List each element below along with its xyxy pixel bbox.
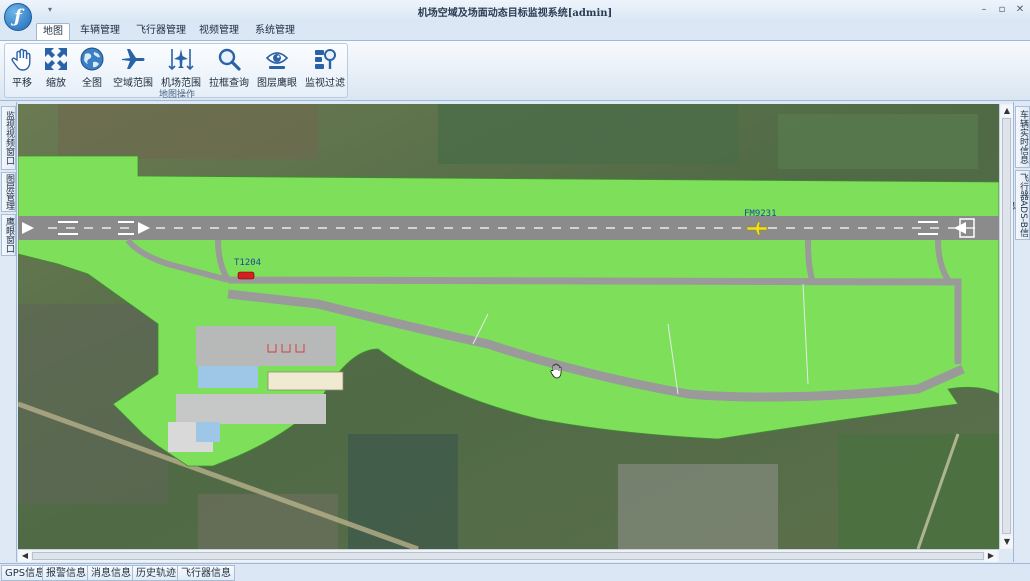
horizontal-scroll-thumb[interactable]	[32, 552, 984, 560]
tab-system-management[interactable]: 系统管理	[249, 23, 301, 40]
title-bar: ƒ ▾ 机场空域及场面动态目标监视系统[admin] – ▫ ✕	[0, 0, 1030, 31]
airspace-range-button[interactable]: 空域范围	[111, 46, 155, 89]
vehicle-id-label: T1204	[234, 258, 261, 268]
airplane-icon	[122, 49, 145, 69]
map-canvas[interactable]: FM9231 T1204	[18, 104, 999, 549]
scroll-up-arrow-icon[interactable]: ▲	[1001, 105, 1013, 117]
zoom-button[interactable]: 缩放	[41, 46, 71, 89]
airport-map[interactable]: FM9231 T1204	[18, 104, 999, 549]
bottom-tab-aircraft-info[interactable]: 飞行器信息	[177, 565, 235, 581]
scroll-left-arrow-icon[interactable]: ◀	[19, 550, 31, 562]
filter-icon	[315, 49, 336, 69]
globe-icon	[80, 47, 104, 71]
side-tab-aircraft-adsb[interactable]: 飞行器ADS-B信息	[1005, 170, 1030, 240]
full-extent-button[interactable]: 全图	[77, 46, 107, 89]
side-tab-vehicle-realtime[interactable]: 车辆实时信息	[1015, 106, 1030, 168]
side-tab-layer-management[interactable]: 图层管理	[1, 172, 16, 212]
close-button[interactable]: ✕	[1014, 3, 1026, 17]
map-operations-group: 平移 缩放 全图 空域范围 机场范围 拉框查询 图层鹰眼 监视过滤 地图操作	[4, 43, 348, 100]
scroll-down-arrow-icon[interactable]: ▼	[1001, 536, 1013, 548]
bottom-tab-alarm[interactable]: 报警信息	[42, 565, 90, 581]
tab-vehicle-management[interactable]: 车辆管理	[74, 23, 126, 40]
airport-range-button[interactable]: 机场范围	[159, 46, 203, 89]
vertical-scroll-thumb[interactable]	[1002, 118, 1011, 534]
right-dock-strip: 车辆实时信息 飞行器ADS-B信息	[1005, 102, 1030, 562]
ribbon-tab-bar: 地图 车辆管理 飞行器管理 视频管理 系统管理	[0, 22, 1030, 40]
left-dock-strip: 监视视频窗口 图层管理 鹰眼窗口	[0, 102, 17, 562]
map-vertical-scrollbar[interactable]: ▲ ▼	[999, 104, 1013, 549]
ribbon-panel: 平移 缩放 全图 空域范围 机场范围 拉框查询 图层鹰眼 监视过滤 地图操作	[0, 40, 1030, 101]
side-tab-video-window[interactable]: 监视视频窗口	[1, 106, 16, 170]
bottom-tab-history-track[interactable]: 历史轨迹	[132, 565, 180, 581]
zoom-arrows-icon	[45, 48, 67, 70]
layer-eagle-eye-button[interactable]: 图层鹰眼	[255, 46, 299, 89]
monitor-filter-button[interactable]: 监视过滤	[303, 46, 347, 89]
airport-range-icon	[168, 49, 194, 71]
app-logo-icon[interactable]: ƒ	[4, 3, 32, 31]
tab-map[interactable]: 地图	[36, 23, 70, 40]
magnifier-icon	[218, 48, 241, 71]
pan-button[interactable]: 平移	[7, 46, 37, 89]
tab-video-management[interactable]: 视频管理	[193, 23, 245, 40]
side-tab-eagle-eye[interactable]: 鹰眼窗口	[1, 214, 16, 256]
ribbon-group-label: 地图操作	[158, 90, 195, 100]
tab-aircraft-management[interactable]: 飞行器管理	[130, 23, 192, 40]
bottom-tab-bar: GPS信息 报警信息 消息信息 历史轨迹 飞行器信息	[0, 563, 1030, 581]
aircraft-callsign-label: FM9231	[744, 209, 777, 219]
box-query-button[interactable]: 拉框查询	[207, 46, 251, 89]
hand-pan-icon	[11, 48, 31, 71]
bottom-tab-message[interactable]: 消息信息	[87, 565, 135, 581]
scroll-right-arrow-icon[interactable]: ▶	[985, 550, 997, 562]
window-title: 机场空域及场面动态目标监视系统[admin]	[417, 8, 613, 19]
map-horizontal-scrollbar[interactable]: ◀ ▶	[18, 549, 999, 562]
minimize-button[interactable]: –	[978, 3, 990, 17]
runway	[18, 216, 999, 240]
maximize-button[interactable]: ▫	[996, 3, 1008, 17]
eagle-eye-icon	[265, 52, 289, 69]
